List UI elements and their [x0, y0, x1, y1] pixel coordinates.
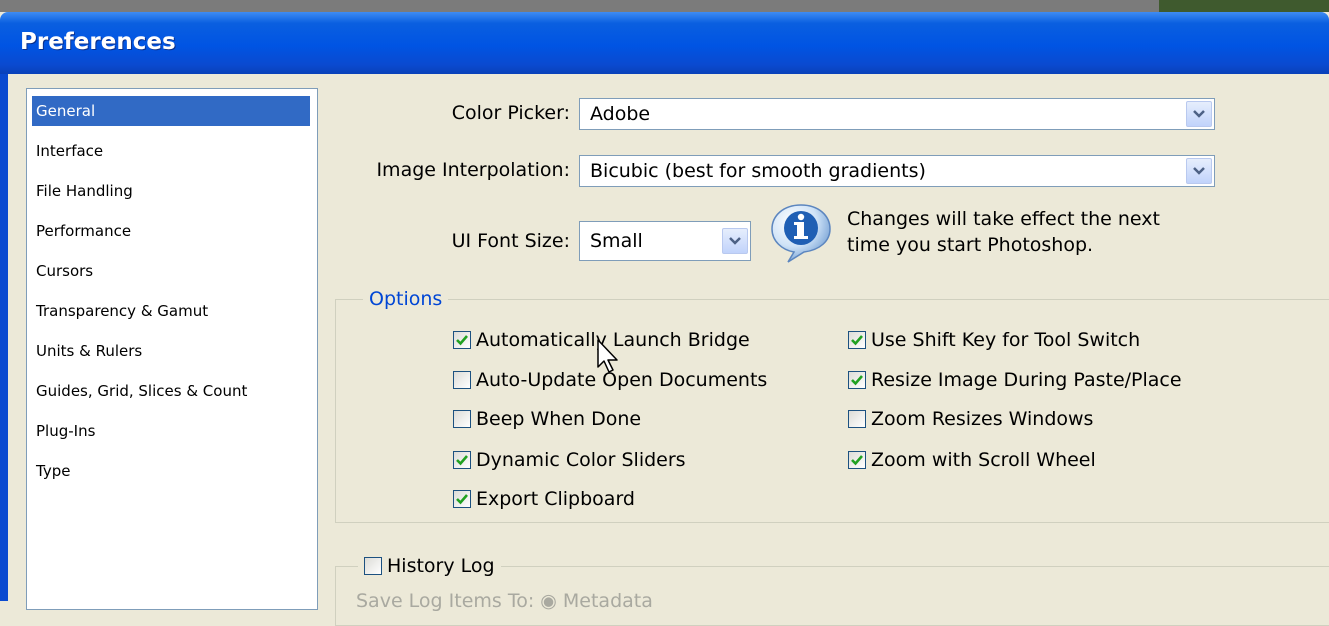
color-picker-select[interactable]: Adobe — [579, 98, 1215, 130]
checkmark-icon — [456, 494, 468, 505]
preferences-category-list[interactable]: General Interface File Handling Performa… — [26, 88, 318, 610]
zoom-scroll-wheel-checkbox[interactable]: Zoom with Scroll Wheel — [848, 445, 1096, 475]
checkbox-label: History Log — [387, 555, 495, 577]
info-message: Changes will take effect the next time y… — [847, 206, 1160, 258]
history-log-checkbox[interactable]: History Log — [358, 551, 501, 581]
checkbox-box[interactable] — [453, 331, 471, 349]
checkmark-icon — [456, 335, 468, 346]
mouse-pointer-icon — [597, 339, 618, 373]
sidebar-item-general[interactable]: General — [32, 96, 310, 126]
sidebar-item-file-handling[interactable]: File Handling — [32, 176, 310, 206]
sidebar-item-units-rulers[interactable]: Units & Rulers — [32, 336, 310, 366]
options-group-title: Options — [363, 288, 449, 310]
info-icon — [771, 204, 831, 263]
sidebar-item-performance[interactable]: Performance — [32, 216, 310, 246]
dynamic-color-sliders-checkbox[interactable]: Dynamic Color Sliders — [453, 445, 686, 475]
checkmark-icon — [456, 455, 468, 466]
checkmark-icon — [851, 375, 863, 386]
image-interpolation-select[interactable]: Bicubic (best for smooth gradients) — [579, 155, 1215, 187]
checkbox-label: Zoom with Scroll Wheel — [871, 449, 1096, 471]
sidebar-item-transparency-gamut[interactable]: Transparency & Gamut — [32, 296, 310, 326]
checkbox-label: Resize Image During Paste/Place — [871, 369, 1182, 391]
title-bar[interactable]: Preferences — [0, 12, 1329, 74]
checkbox-box[interactable] — [453, 451, 471, 469]
background-strip — [0, 0, 1329, 12]
checkmark-icon — [851, 455, 863, 466]
shift-key-tool-switch-checkbox[interactable]: Use Shift Key for Tool Switch — [848, 325, 1140, 355]
image-interpolation-label: Image Interpolation: — [376, 159, 570, 181]
checkbox-label: Dynamic Color Sliders — [476, 449, 686, 471]
ui-font-size-value: Small — [590, 230, 643, 252]
window-frame-left — [0, 74, 8, 601]
checkbox-box[interactable] — [453, 410, 471, 428]
sidebar-item-cursors[interactable]: Cursors — [32, 256, 310, 286]
checkbox-label: Use Shift Key for Tool Switch — [871, 329, 1141, 351]
info-line-2: time you start Photoshop. — [847, 234, 1094, 256]
beep-when-done-checkbox[interactable]: Beep When Done — [453, 404, 641, 434]
checkbox-box[interactable] — [848, 451, 866, 469]
background-photo — [1159, 0, 1329, 12]
info-line-1: Changes will take effect the next — [847, 208, 1160, 230]
sidebar-item-guides-grid-slices[interactable]: Guides, Grid, Slices & Count — [32, 376, 310, 406]
resize-image-paste-checkbox[interactable]: Resize Image During Paste/Place — [848, 365, 1182, 395]
window-title: Preferences — [20, 29, 176, 55]
checkbox-label: Beep When Done — [476, 408, 642, 430]
zoom-resizes-windows-checkbox[interactable]: Zoom Resizes Windows — [848, 404, 1093, 434]
checkbox-box[interactable] — [848, 331, 866, 349]
sidebar-item-type[interactable]: Type — [32, 456, 310, 486]
checkbox-label: Zoom Resizes Windows — [871, 408, 1094, 430]
chevron-down-icon[interactable] — [1186, 158, 1212, 184]
ui-font-size-select[interactable]: Small — [579, 221, 751, 261]
checkbox-box[interactable] — [364, 557, 382, 575]
checkbox-box[interactable] — [453, 371, 471, 389]
chevron-down-icon[interactable] — [722, 228, 748, 254]
export-clipboard-checkbox[interactable]: Export Clipboard — [453, 484, 635, 514]
color-picker-label: Color Picker: — [451, 102, 570, 124]
ui-font-size-label: UI Font Size: — [451, 230, 570, 252]
sidebar-item-interface[interactable]: Interface — [32, 136, 310, 166]
color-picker-value: Adobe — [590, 103, 651, 125]
checkbox-box[interactable] — [848, 371, 866, 389]
checkbox-box[interactable] — [848, 410, 866, 428]
chevron-down-icon[interactable] — [1186, 101, 1212, 127]
checkbox-box[interactable] — [453, 490, 471, 508]
save-log-items-to-label: Save Log Items To: ◉ Metadata — [356, 590, 653, 612]
checkbox-label: Export Clipboard — [476, 488, 635, 510]
image-interpolation-value: Bicubic (best for smooth gradients) — [590, 160, 926, 182]
sidebar-item-plug-ins[interactable]: Plug-Ins — [32, 416, 310, 446]
checkmark-icon — [851, 335, 863, 346]
